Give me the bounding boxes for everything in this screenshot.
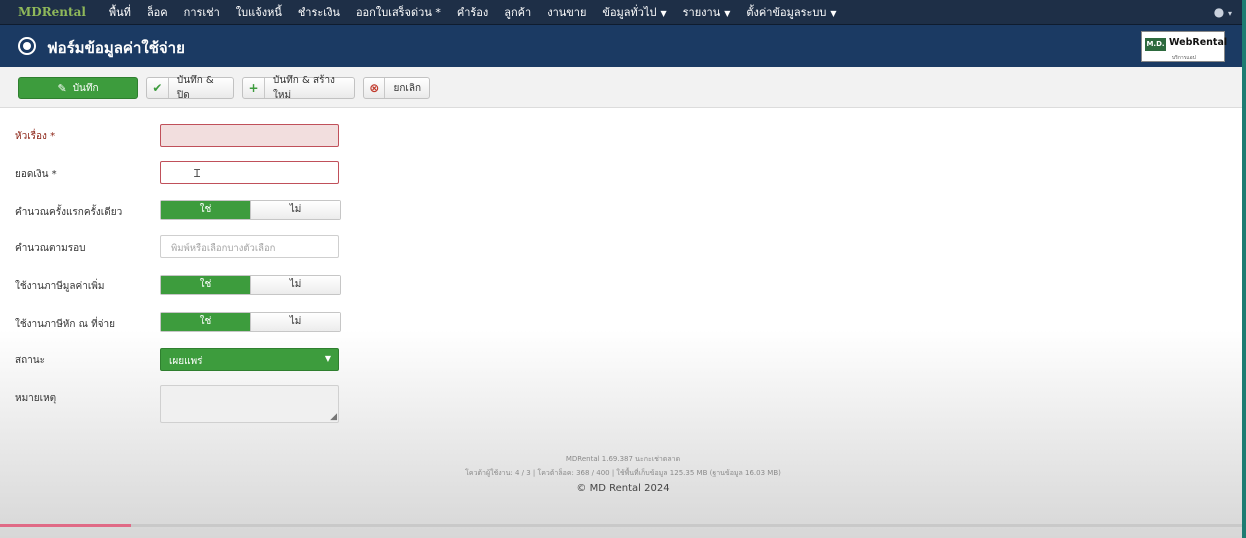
vat-label: ใช้งานภาษีมูลค่าเพิ่ม [15,281,105,292]
menu-label: ตั้งค่าข้อมูลระบบ [746,6,827,19]
cycle-placeholder: พิมพ์หรือเลือกบางตัวเลือก [171,243,276,254]
toggle-no[interactable]: ไม่ [250,276,340,294]
top-navbar: MDRental พื้นที่ ล็อค การเช่า ใบแจ้งหนี้… [0,0,1246,25]
radio-circle-icon [18,37,36,55]
toggle-yes[interactable]: ใช่ [161,313,250,331]
plus-icon: + [243,78,265,98]
save-close-label: บันทึก & ปิด [176,75,214,101]
amount-label: ยอดเงิน * [15,169,57,180]
save-button[interactable]: ✎ บันทึก [18,77,138,99]
logo-badge: M.D. [1145,38,1166,51]
toggle-yes[interactable]: ใช่ [161,276,250,294]
title-input[interactable] [160,124,339,147]
wht-label: ใช้งานภาษีหัก ณ ที่จ่าย [15,319,116,330]
check-icon: ✔ [147,78,169,98]
edit-icon: ✎ [57,81,67,95]
resize-handle-icon[interactable]: ◢ [330,412,337,422]
menu-item-sales[interactable]: งานขาย [547,3,586,21]
title-label: หัวเรื่อง * [15,131,56,142]
brand-link[interactable]: MDRental [18,5,86,19]
caret-down-icon: ▼ [660,9,667,18]
menu-item-rental[interactable]: การเช่า [184,3,220,21]
progress-bar-fill [0,524,131,527]
page-title: ฟอร์มข้อมูลค่าใช้จ่าย [47,39,185,57]
webrental-logo: M.D. WebRental บริการแอป [1141,31,1228,62]
note-label: หมายเหตุ [15,393,57,404]
action-toolbar: ✎ บันทึก ✔ บันทึก & ปิด + บันทึก & สร้าง… [0,67,1246,108]
caret-down-icon: ▼ [724,9,731,18]
menu-item-request[interactable]: คำร้อง [457,3,488,21]
user-icon[interactable]: ● ▾ [1214,5,1232,19]
save-close-button[interactable]: ✔ บันทึก & ปิด [146,75,234,101]
menu-label: ข้อมูลทั่วไป [602,6,657,19]
menu-item-quick-receipt[interactable]: ออกใบเสร็จด่วน * [356,3,441,21]
cycle-label: คำนวณตามรอบ [15,243,86,254]
toggle-no[interactable]: ไม่ [250,313,340,331]
wht-toggle[interactable]: ใช่ ไม่ [160,312,341,332]
toggle-no[interactable]: ไม่ [250,201,340,219]
footer-version: MDRental 1.69.387 นะกะเช่าตลาด [565,455,681,463]
caret-down-icon: ▼ [830,9,837,18]
cycle-select[interactable]: พิมพ์หรือเลือกบางตัวเลือก [160,235,339,258]
menu-item-lock[interactable]: ล็อค [147,3,168,21]
menu-item-area[interactable]: พื้นที่ [109,3,131,21]
text-cursor-icon: Ɪ [194,167,201,180]
page-header: ฟอร์มข้อมูลค่าใช้จ่าย M.D. WebRental บริ… [0,25,1246,67]
save-button-label: บันทึก [72,82,99,94]
menu-item-payment[interactable]: ชำระเงิน [298,3,340,21]
cancel-label: ยกเลิก [393,82,421,94]
cancel-button[interactable]: ⊗ ยกเลิก [363,77,430,99]
note-textarea[interactable]: ◢ [160,385,339,423]
toggle-yes[interactable]: ใช่ [161,201,250,219]
chevron-down-icon: ▼ [324,354,331,363]
once-label: คำนวณครั้งแรกครั้งเดียว [15,207,123,218]
menu-item-customer[interactable]: ลูกค้า [504,3,531,21]
logo-subtext: บริการแอป [1172,55,1196,61]
save-new-label: บันทึก & สร้างใหม่ [272,75,335,101]
vat-toggle[interactable]: ใช่ ไม่ [160,275,341,295]
menu-item-settings[interactable]: ตั้งค่าข้อมูลระบบ ▼ [746,3,836,21]
menu-item-reports[interactable]: รายงาน ▼ [683,3,731,21]
logo-text: WebRental [1169,37,1228,48]
status-select[interactable]: เผยแพร่ ▼ [160,348,339,371]
menu-item-general[interactable]: ข้อมูลทั่วไป ▼ [602,3,666,21]
window-edge [1242,0,1246,538]
close-circle-icon: ⊗ [364,78,386,98]
status-label: สถานะ [15,355,45,366]
footer-stats: โควต้าผู้ใช้งาน: 4 / 3 | โควต้าล็อค: 368… [465,469,781,477]
status-value: เผยแพร่ [169,356,203,367]
progress-bar [0,524,1246,527]
menu-label: รายงาน [682,6,721,19]
amount-input[interactable]: Ɪ [160,161,339,184]
menu-item-invoice[interactable]: ใบแจ้งหนี้ [236,3,282,21]
footer-copyright: © MD Rental 2024 [576,483,670,494]
once-toggle[interactable]: ใช่ ไม่ [160,200,341,220]
save-new-button[interactable]: + บันทึก & สร้างใหม่ [242,75,355,101]
